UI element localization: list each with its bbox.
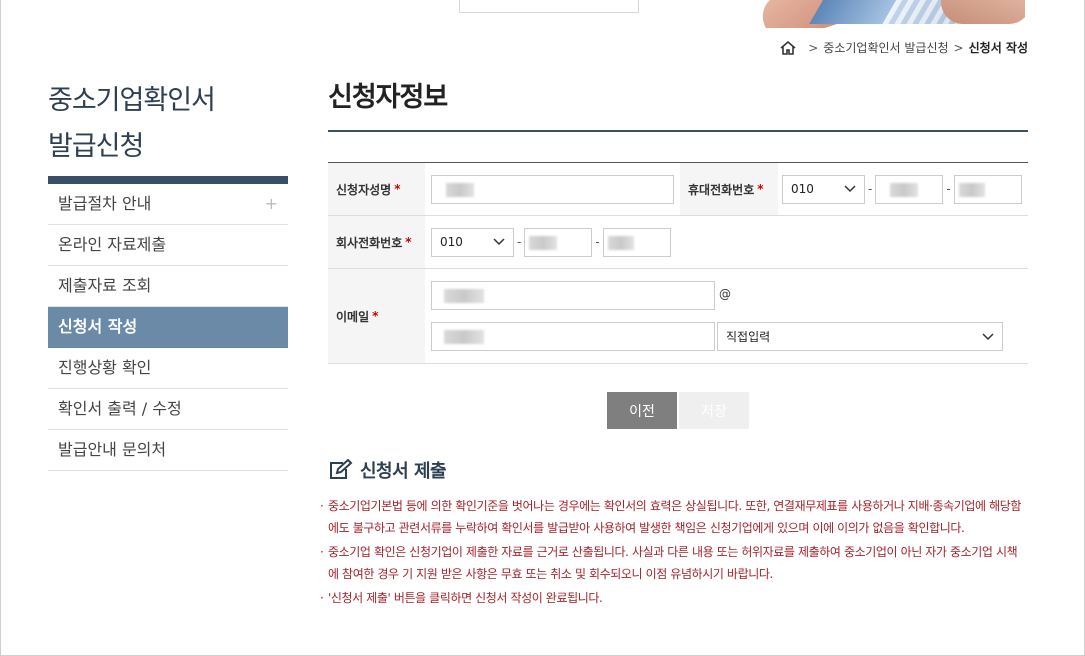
top-header xyxy=(1,0,1084,28)
chevron-down-icon xyxy=(493,238,505,246)
header-banner-image xyxy=(761,0,1025,28)
sidebar-item-contact[interactable]: 발급안내 문의처 xyxy=(48,430,288,471)
notice-item: 중소기업 확인은 신청기업이 제출한 자료를 근거로 산출됩니다. 사실과 다른… xyxy=(320,541,1025,585)
applicant-name-label-text: 신청자성명 xyxy=(336,182,392,197)
submit-notes: 중소기업기본법 등에 의한 확인기준을 벗어나는 경우에는 확인서의 효력은 상… xyxy=(320,495,1025,609)
plus-icon[interactable]: + xyxy=(265,184,278,224)
company-phone-last-input[interactable] xyxy=(602,227,671,257)
email-id-input[interactable] xyxy=(431,281,715,310)
email-id-line: @ xyxy=(431,281,1028,310)
company-phone-prefix-select[interactable]: 010 xyxy=(431,227,514,257)
breadcrumb-item-parent[interactable]: 중소기업확인서 발급신청 xyxy=(823,39,948,56)
email-domain-select[interactable]: 직접입력 xyxy=(717,322,1003,351)
main-content: 신청자정보 신청자성명 * 휴대전화번호 * 010 - - 회사전화번호 * … xyxy=(320,78,1028,611)
applicant-form: 신청자성명 * 휴대전화번호 * 010 - - 회사전화번호 * 010 - … xyxy=(328,162,1028,364)
company-phone-middle-input[interactable] xyxy=(524,227,593,257)
sidebar-item-submission-lookup[interactable]: 제출자료 조회 xyxy=(48,266,288,307)
mobile-middle-input[interactable] xyxy=(875,174,944,204)
breadcrumb-separator: > xyxy=(953,40,964,55)
email-label-text: 이메일 xyxy=(336,309,370,324)
sidebar-item-application-form[interactable]: 신청서 작성 xyxy=(48,307,288,348)
sidebar: 중소기업확인서 발급신청 발급절차 안내 + 온라인 자료제출 제출자료 조회 … xyxy=(48,78,288,471)
title-divider xyxy=(328,130,1028,132)
form-row-name-mobile: 신청자성명 * 휴대전화번호 * 010 - - xyxy=(328,163,1028,216)
form-buttons: 이전 저장 xyxy=(328,392,1028,429)
sidebar-item-label: 제출자료 조회 xyxy=(58,276,152,295)
email-domain-input[interactable] xyxy=(431,322,715,351)
sidebar-item-label: 발급절차 안내 xyxy=(58,194,152,213)
dash-separator: - xyxy=(946,182,951,196)
form-row-email: 이메일 * @ 직접입력 xyxy=(328,269,1028,364)
mobile-prefix-value: 010 xyxy=(791,182,814,196)
email-domain-select-value: 직접입력 xyxy=(726,330,771,344)
sidebar-item-label: 확인서 출력 / 수정 xyxy=(58,399,182,418)
mobile-cell: 010 - - xyxy=(778,163,1028,215)
sidebar-item-progress-check[interactable]: 진행상황 확인 xyxy=(48,348,288,389)
chevron-down-icon xyxy=(844,185,856,193)
company-phone-prefix-value: 010 xyxy=(440,235,463,249)
company-phone-label-text: 회사전화번호 xyxy=(336,235,403,250)
required-mark: * xyxy=(757,182,764,196)
home-icon[interactable] xyxy=(779,40,797,56)
chevron-down-icon xyxy=(982,332,994,340)
company-phone-label: 회사전화번호 * xyxy=(328,216,425,268)
sidebar-menu: 발급절차 안내 + 온라인 자료제출 제출자료 조회 신청서 작성 진행상황 확… xyxy=(48,184,288,471)
top-search-box[interactable] xyxy=(459,0,639,13)
edit-icon xyxy=(330,459,353,479)
company-phone-cell: 010 - - xyxy=(425,216,1028,268)
required-mark: * xyxy=(405,235,412,249)
sidebar-divider xyxy=(48,176,288,184)
email-at-sign: @ xyxy=(719,287,731,301)
sidebar-item-issuance-guide[interactable]: 발급절차 안내 + xyxy=(48,184,288,225)
email-label: 이메일 * xyxy=(328,269,425,363)
breadcrumb-separator: > xyxy=(808,40,819,55)
breadcrumb-item-current: 신청서 작성 xyxy=(968,41,1028,55)
submit-section-title: 신청서 제출 xyxy=(328,457,1028,483)
mobile-label: 휴대전화번호 * xyxy=(680,163,778,215)
mobile-last-input[interactable] xyxy=(953,174,1022,204)
sidebar-item-print-edit[interactable]: 확인서 출력 / 수정 xyxy=(48,389,288,430)
form-row-company-phone: 회사전화번호 * 010 - - xyxy=(328,216,1028,269)
dash-separator: - xyxy=(595,235,600,249)
applicant-name-cell xyxy=(425,163,680,215)
save-button[interactable]: 저장 xyxy=(679,392,749,429)
required-mark: * xyxy=(372,309,379,323)
sidebar-item-label: 온라인 자료제출 xyxy=(58,235,167,254)
sidebar-title: 중소기업확인서 발급신청 xyxy=(48,78,288,176)
sidebar-item-label: 진행상황 확인 xyxy=(58,358,152,377)
submit-title-text: 신청서 제출 xyxy=(360,461,447,482)
breadcrumb: > 중소기업확인서 발급신청 > 신청서 작성 xyxy=(779,39,1028,56)
dash-separator: - xyxy=(517,235,522,249)
sidebar-item-online-submission[interactable]: 온라인 자료제출 xyxy=(48,225,288,266)
prev-button[interactable]: 이전 xyxy=(607,392,677,429)
mobile-prefix-select[interactable]: 010 xyxy=(782,174,865,204)
email-domain-line: 직접입력 xyxy=(431,322,1028,351)
notice-item: 중소기업기본법 등에 의한 확인기준을 벗어나는 경우에는 확인서의 효력은 상… xyxy=(320,495,1025,539)
email-cell: @ 직접입력 xyxy=(425,269,1028,363)
required-mark: * xyxy=(394,182,401,196)
sidebar-item-label: 발급안내 문의처 xyxy=(58,440,167,459)
page-title: 신청자정보 xyxy=(328,82,448,113)
dash-separator: - xyxy=(868,182,873,196)
applicant-name-input[interactable] xyxy=(431,174,674,204)
sidebar-title-line2: 발급신청 xyxy=(48,131,144,162)
notice-item: '신청서 제출' 버튼을 클릭하면 신청서 작성이 완료됩니다. xyxy=(320,587,1025,609)
sidebar-title-line1: 중소기업확인서 xyxy=(48,85,216,116)
sidebar-item-label: 신청서 작성 xyxy=(58,317,138,336)
applicant-name-label: 신청자성명 * xyxy=(328,163,425,215)
mobile-label-text: 휴대전화번호 xyxy=(688,182,755,197)
